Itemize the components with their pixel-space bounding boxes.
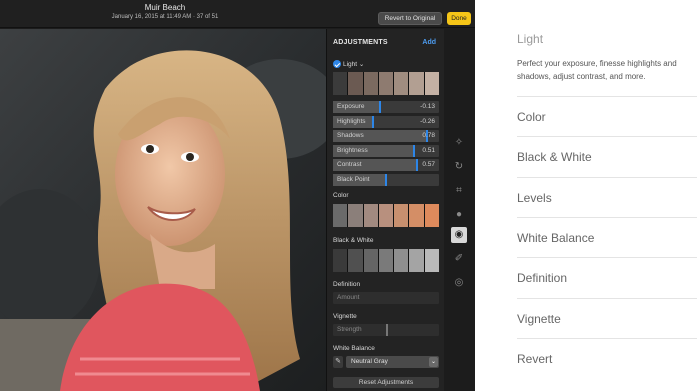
slider-handle[interactable] <box>378 101 381 113</box>
adjustments-title: ADJUSTMENTS <box>333 39 388 46</box>
slider-label: Shadows <box>337 132 364 139</box>
slider-label: Highlights <box>337 117 366 125</box>
slider-brightness[interactable]: Brightness 0.51 <box>333 144 439 157</box>
title-bar: Muir Beach January 16, 2015 at 11:49 AM … <box>0 0 475 28</box>
slider-black-point[interactable]: Black Point <box>333 173 439 186</box>
feature-list: Light Perfect your exposure, finesse hig… <box>476 0 697 391</box>
retouch-icon[interactable]: ✐ <box>451 251 467 267</box>
slider-highlights[interactable]: Highlights -0.26 <box>333 115 439 128</box>
adjust-icon[interactable]: ◉ <box>451 227 467 243</box>
edit-toolbar: ✧ ↻ ⌗ ● ◉ ✐ ◎ <box>444 29 475 391</box>
color-filmstrip[interactable] <box>333 204 439 227</box>
feature-item-white-balance[interactable]: White Balance <box>517 216 697 257</box>
checkmark-icon[interactable] <box>333 60 341 68</box>
feature-description: Perfect your exposure, finesse highlight… <box>517 59 677 81</box>
red-eye-icon[interactable]: ◎ <box>451 275 467 291</box>
feature-item-label: Black & White <box>517 150 592 165</box>
vignette-strength-slider[interactable]: Strength <box>333 324 439 336</box>
white-balance-value: Neutral Gray <box>351 358 388 365</box>
feature-item-label: Revert <box>517 351 553 366</box>
feature-item-label: Levels <box>517 190 552 205</box>
slider-label: Brightness <box>337 146 368 154</box>
feature-item-label: White Balance <box>517 230 595 245</box>
color-section-label[interactable]: Color <box>333 192 349 199</box>
light-filmstrip[interactable] <box>333 72 439 95</box>
slider-handle[interactable] <box>415 159 418 171</box>
photo-date: January 16, 2015 at 11:49 AM · 37 of 51 <box>111 14 219 20</box>
slider-shadows[interactable]: Shadows 0.78 <box>333 130 439 142</box>
reset-adjustments-button[interactable]: Reset Adjustments <box>333 377 439 388</box>
slider-handle[interactable] <box>412 144 415 157</box>
portrait-photo <box>0 29 326 391</box>
slider-value: 0.57 <box>422 161 435 168</box>
crop-icon[interactable]: ⌗ <box>451 183 467 199</box>
black-white-filmstrip[interactable] <box>333 249 439 272</box>
feature-item-label: Definition <box>517 271 568 286</box>
black-white-section-label[interactable]: Black & White <box>333 237 373 244</box>
feature-heading: Light <box>517 32 544 46</box>
vignette-slider-handle[interactable] <box>386 324 388 336</box>
photo-title: Muir Beach <box>144 3 186 12</box>
rotate-icon[interactable]: ↻ <box>451 159 467 175</box>
feature-item-definition[interactable]: Definition <box>517 257 697 297</box>
feature-item-color[interactable]: Color <box>517 96 697 136</box>
slider-contrast[interactable]: Contrast 0.57 <box>333 159 439 171</box>
light-section-toggle[interactable]: Light ⌄ <box>343 60 364 68</box>
slider-label: Exposure <box>337 103 365 110</box>
feature-item-label: Color <box>517 110 546 124</box>
slider-exposure[interactable]: Exposure -0.13 <box>333 101 439 113</box>
photo-canvas[interactable] <box>0 29 326 391</box>
vignette-section-label[interactable]: Vignette <box>333 313 357 320</box>
feature-item-vignette[interactable]: Vignette <box>517 297 697 338</box>
photos-app-window: Muir Beach January 16, 2015 at 11:49 AM … <box>0 0 475 391</box>
slider-value: -0.13 <box>420 103 435 110</box>
feature-item-levels[interactable]: Levels <box>517 176 697 217</box>
filters-icon[interactable]: ● <box>451 207 467 223</box>
feature-item-black-white[interactable]: Black & White <box>517 136 697 176</box>
white-balance-select[interactable]: Neutral Gray ⌄ <box>346 356 439 368</box>
white-balance-section-label[interactable]: White Balance <box>333 345 375 352</box>
slider-handle[interactable] <box>372 115 375 128</box>
chevron-down-icon[interactable]: ⌄ <box>429 357 438 367</box>
slider-value: 0.51 <box>422 146 435 154</box>
magic-wand-icon[interactable]: ✧ <box>451 135 467 151</box>
slider-label: Black Point <box>337 175 370 183</box>
slider-label: Contrast <box>337 161 362 168</box>
slider-value: -0.26 <box>420 117 435 125</box>
vignette-strength-label: Strength <box>337 326 362 333</box>
feature-item-revert[interactable]: Revert <box>517 337 697 378</box>
feature-item-label: Vignette <box>517 311 561 326</box>
white-balance-row: ✎ Neutral Gray ⌄ <box>333 356 439 368</box>
adjustments-panel: ADJUSTMENTS Add Light ⌄ Exposure -0.13 Hig… <box>326 29 444 391</box>
slider-handle[interactable] <box>385 173 387 186</box>
eyedropper-icon[interactable]: ✎ <box>333 356 343 368</box>
definition-amount-label: Amount <box>337 294 360 301</box>
add-button[interactable]: Add <box>422 39 436 46</box>
definition-section-label[interactable]: Definition <box>333 281 360 288</box>
done-button[interactable]: Done <box>447 12 471 25</box>
revert-to-original-button[interactable]: Revert to Original <box>378 12 442 25</box>
slider-value: 0.78 <box>422 132 435 139</box>
definition-amount-slider[interactable]: Amount <box>333 292 439 304</box>
